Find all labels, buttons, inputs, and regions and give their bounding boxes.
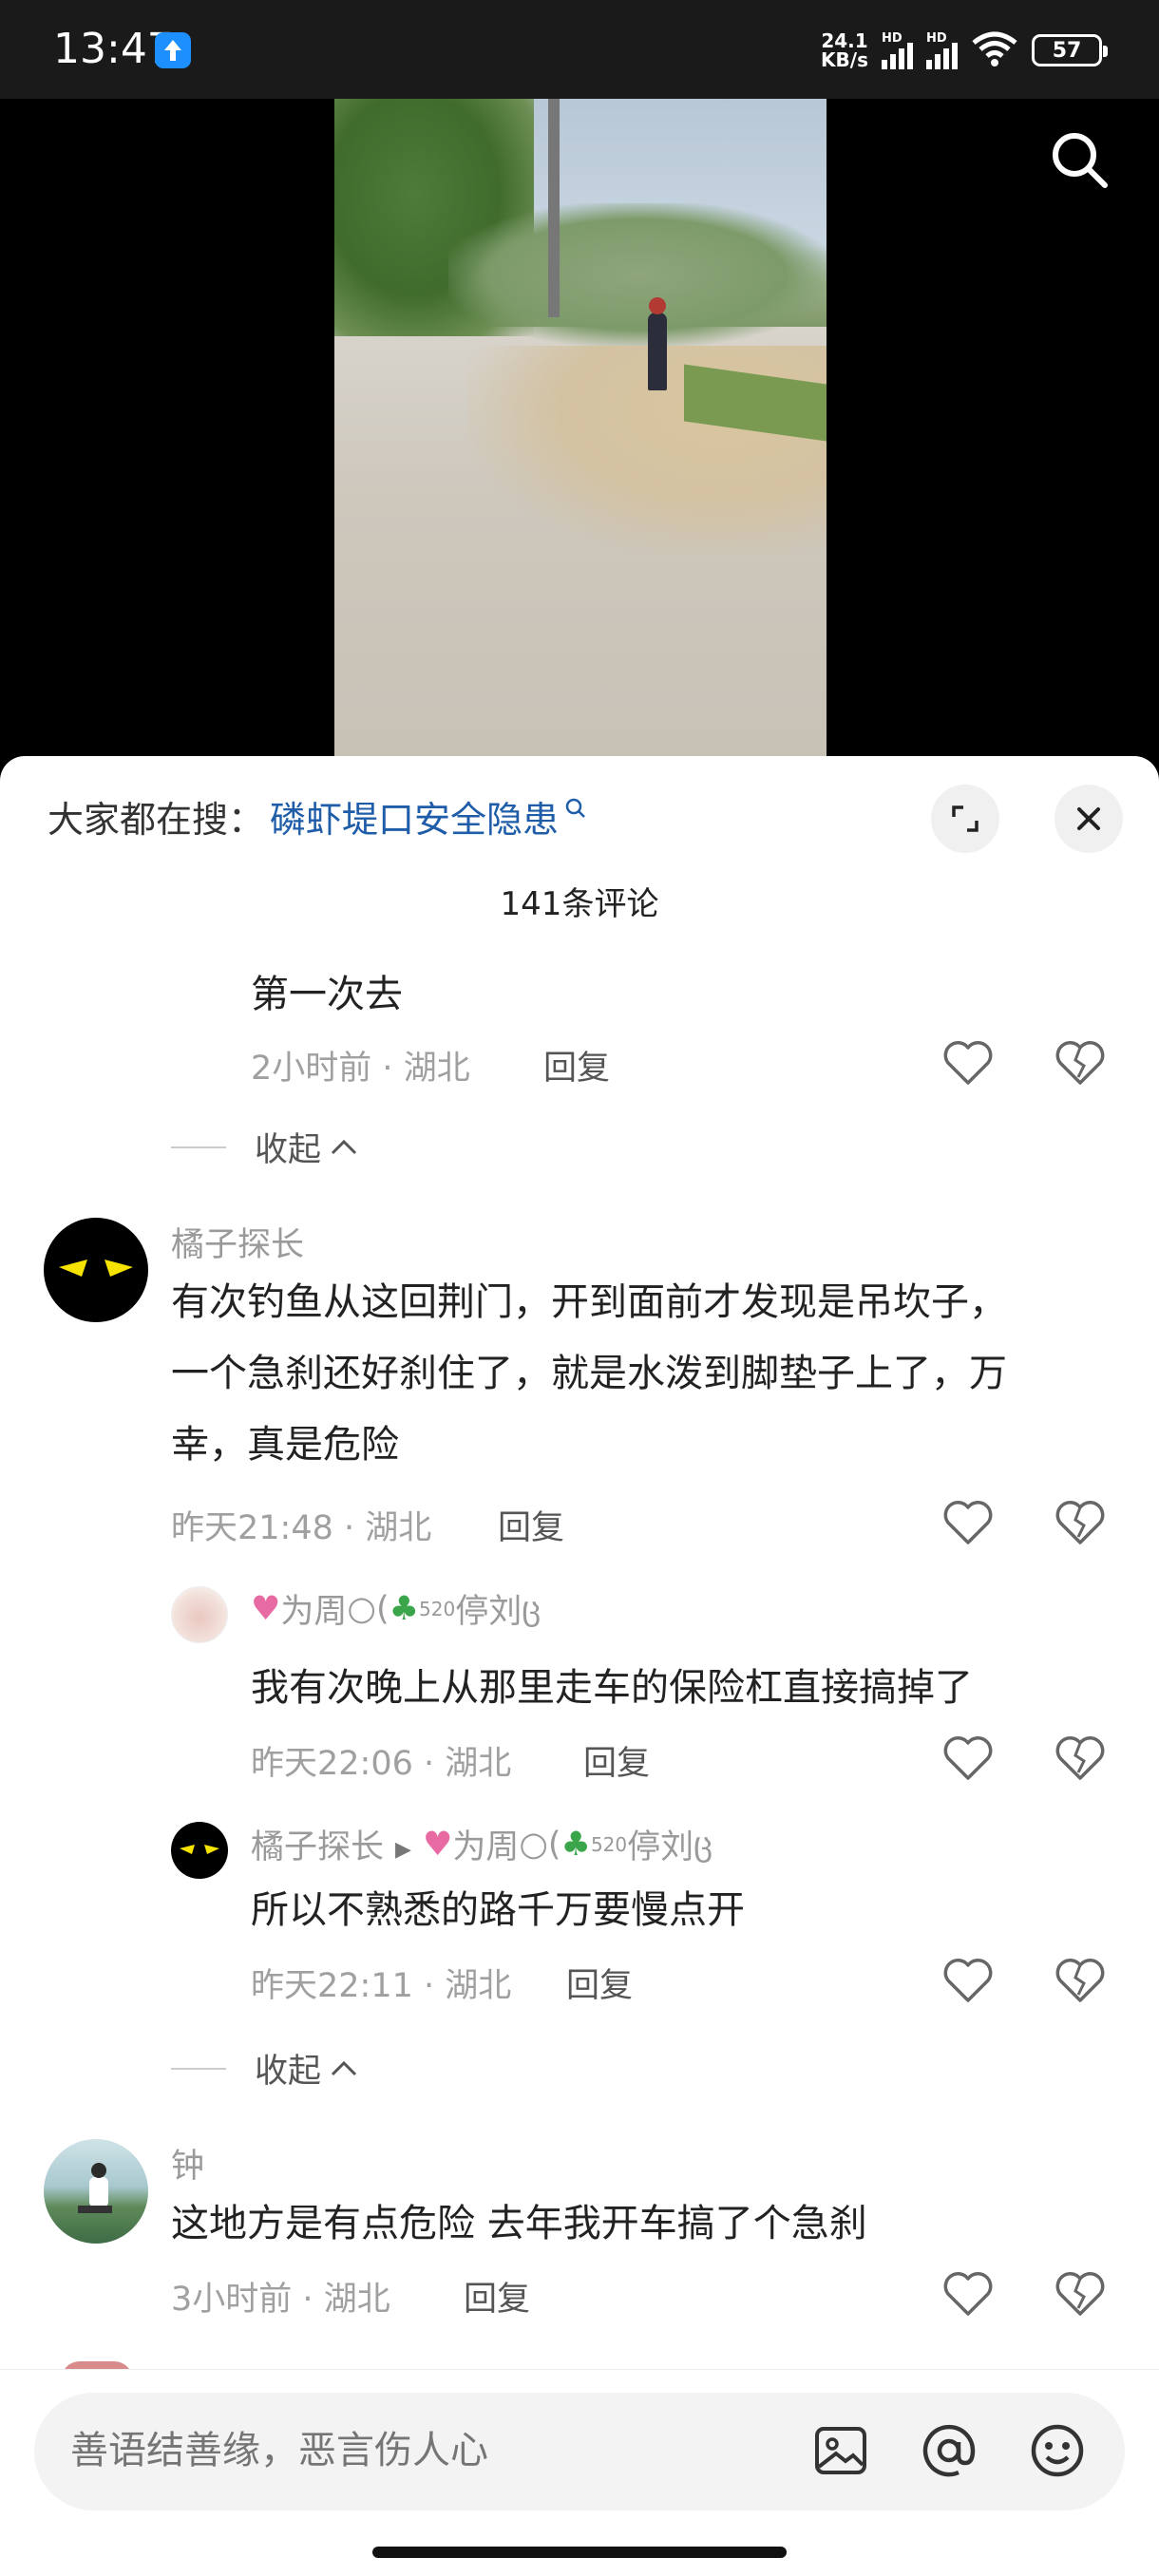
comment-meta: 昨天22:06 · 湖北 xyxy=(251,1745,512,1783)
comment-meta: 3小时前 · 湖北 xyxy=(171,2281,390,2319)
reply-arrow-icon: ▶ xyxy=(395,1838,411,1862)
hot-search-bar[interactable]: 大家都在搜： 磷虾堤口安全隐患 xyxy=(48,790,587,843)
heart-icon[interactable] xyxy=(942,1734,994,1782)
search-icon[interactable] xyxy=(1049,129,1110,190)
reply-username[interactable]: 橘子探长 ▶ ♥ 为周 ○( ♣ 520 停刘 ც xyxy=(251,1820,712,1868)
comment-text: 第一次去 xyxy=(251,973,403,1016)
status-indicators: 24.1 KB/s HD HD 57 xyxy=(821,27,1108,74)
signal-1-icon: HD xyxy=(882,31,913,69)
video-player[interactable] xyxy=(0,99,1159,764)
video-person xyxy=(648,297,667,390)
comment-meta: 昨天21:48 · 湖北 xyxy=(171,1509,432,1547)
comment-input[interactable] xyxy=(70,2429,773,2472)
reply-button[interactable]: 回复 xyxy=(583,1736,650,1785)
heart-icon[interactable] xyxy=(942,2270,994,2318)
status-bar: 13:47 24.1 KB/s HD HD 57 xyxy=(0,0,1159,99)
avatar[interactable] xyxy=(171,1586,228,1643)
signal-2-icon: HD xyxy=(926,31,958,69)
comment-text: 所以不熟悉的路千万要慢点开 xyxy=(251,1888,745,1932)
collapse-replies-button[interactable]: 收起 xyxy=(171,1123,359,1171)
expand-button[interactable] xyxy=(931,785,999,853)
hot-search-label: 大家都在搜： xyxy=(48,799,265,841)
comment-text: 我有次晚上从那里走车的保险杠直接搞掉了 xyxy=(251,1666,973,1710)
emoji-icon[interactable] xyxy=(1024,2417,1091,2484)
comment-meta: 昨天22:11 · 湖北 xyxy=(251,1967,512,2005)
heart-decor-icon: ♥ xyxy=(251,1589,281,1628)
close-button[interactable] xyxy=(1054,785,1123,853)
broken-heart-icon[interactable] xyxy=(1054,1499,1106,1546)
reply-username[interactable]: ♥ 为周 ○( ♣ 520 停刘 ც xyxy=(251,1584,541,1633)
broken-heart-icon[interactable] xyxy=(1054,1734,1106,1782)
reply-button[interactable]: 回复 xyxy=(498,1501,564,1549)
avatar[interactable] xyxy=(171,1822,228,1879)
avatar[interactable] xyxy=(44,2139,148,2244)
comment-input-bar xyxy=(0,2369,1159,2576)
comment-count: 141条评论 xyxy=(500,885,659,923)
comment-username[interactable]: 橘子探长 xyxy=(171,1218,304,1266)
heart-decor-icon: ♥ xyxy=(422,1825,453,1864)
broken-heart-icon[interactable] xyxy=(1054,1957,1106,2004)
reply-button[interactable]: 回复 xyxy=(543,1041,610,1089)
heart-icon[interactable] xyxy=(942,1957,994,2004)
comment-meta: 2小时前 · 湖北 xyxy=(251,1050,470,1088)
close-icon xyxy=(1077,807,1100,830)
small-search-icon xyxy=(564,786,587,828)
battery-icon: 57 xyxy=(1032,34,1108,66)
collapse-replies-button[interactable]: 收起 xyxy=(171,2044,359,2093)
comment-text: 有次钓鱼从这回荆门，开到面前才发现是吊坎子， 一个急刹还好刹住了，就是水泼到脚垫… xyxy=(171,1280,1007,1467)
broken-heart-icon[interactable] xyxy=(1054,1039,1106,1087)
reply-button[interactable]: 回复 xyxy=(566,1959,633,2007)
hot-search-topic[interactable]: 磷虾堤口安全隐患 xyxy=(270,790,559,843)
comment-sheet: 大家都在搜： 磷虾堤口安全隐患 141条评论 第一次去 2小时前 · 湖北 回复 xyxy=(0,756,1159,2576)
heart-icon[interactable] xyxy=(942,1039,994,1087)
chevron-up-icon xyxy=(331,1139,357,1154)
chevron-up-icon xyxy=(331,2060,357,2075)
broken-heart-icon[interactable] xyxy=(1054,2270,1106,2318)
image-icon[interactable] xyxy=(808,2417,874,2484)
comment-input-box[interactable] xyxy=(34,2393,1125,2510)
clover-decor-icon: ♣ xyxy=(389,1589,419,1628)
comment-username[interactable]: 钟 xyxy=(171,2139,204,2188)
comment-text: 这地方是有点危险 去年我开车搞了个急刹 xyxy=(171,2202,867,2245)
at-icon[interactable] xyxy=(916,2417,982,2484)
clover-decor-icon: ♣ xyxy=(560,1825,591,1864)
expand-icon xyxy=(952,805,978,832)
heart-icon[interactable] xyxy=(942,1499,994,1546)
video-frame[interactable] xyxy=(334,99,826,764)
net-speed: 24.1 KB/s xyxy=(821,29,868,71)
reply-button[interactable]: 回复 xyxy=(464,2272,530,2320)
avatar[interactable] xyxy=(44,1218,148,1322)
wifi-icon xyxy=(971,29,1018,71)
home-indicator[interactable] xyxy=(372,2547,787,2558)
upload-arrow-icon xyxy=(155,32,191,68)
